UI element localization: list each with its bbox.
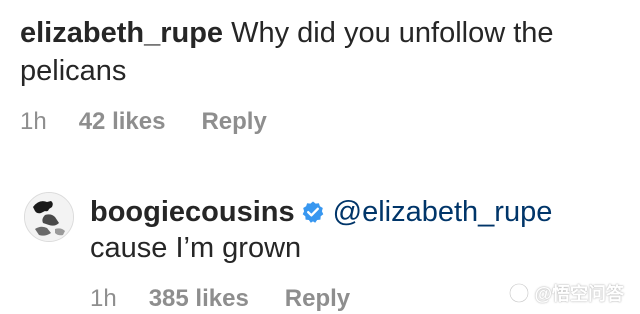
avatar[interactable]: [24, 192, 74, 242]
reply-meta: 1h 385 likes Reply: [90, 285, 350, 313]
reply-reply-button[interactable]: Reply: [285, 285, 350, 313]
comment-thread: elizabeth_rupe Why did you unfollow the …: [0, 0, 640, 314]
comment: elizabeth_rupe Why did you unfollow the …: [20, 14, 620, 90]
watermark: @悟空问答: [508, 280, 624, 306]
verified-badge-icon: [301, 197, 325, 223]
reply-text: cause I’m grown: [90, 232, 302, 264]
comment-body: elizabeth_rupe Why did you unfollow the …: [20, 14, 620, 90]
comment-meta: 1h 42 likes Reply: [20, 108, 267, 136]
reply-likes-count[interactable]: 385 likes: [149, 285, 249, 313]
reply-username[interactable]: boogiecousins: [90, 196, 295, 228]
reply-mention-link[interactable]: @elizabeth_rupe: [333, 196, 553, 228]
comment-reply-button[interactable]: Reply: [201, 108, 266, 136]
watermark-text: @悟空问答: [534, 284, 624, 304]
comment-timestamp: 1h: [20, 108, 47, 135]
logo-icon: [509, 283, 530, 303]
comment-likes-count[interactable]: 42 likes: [79, 108, 166, 136]
avatar-image: [25, 193, 73, 241]
reply-timestamp: 1h: [90, 285, 117, 312]
comment-username[interactable]: elizabeth_rupe: [20, 17, 223, 49]
reply-body: boogiecousins @elizabeth_rupe cause I’m …: [90, 194, 630, 266]
